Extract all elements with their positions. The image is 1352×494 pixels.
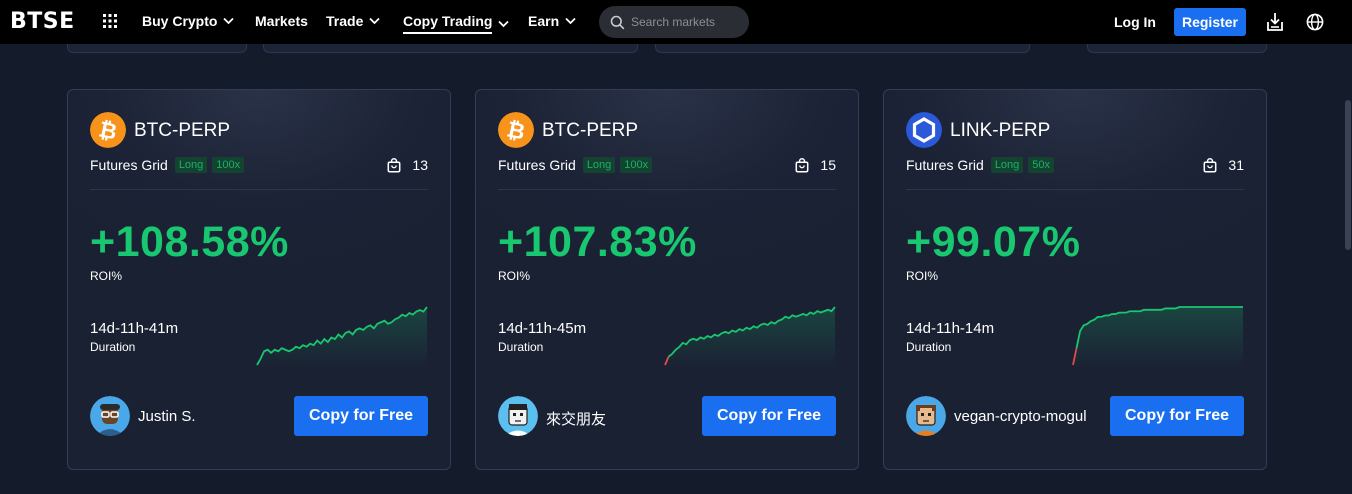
trading-pair: LINK-PERP [950, 120, 1051, 141]
followers: 13 [387, 157, 428, 173]
nav-earn[interactable]: Earn [528, 13, 576, 29]
direction-badge: Long [990, 157, 1024, 173]
strategy-type: Futures Grid [498, 157, 576, 173]
globe-icon[interactable] [1306, 13, 1324, 31]
roi-label: ROI% [90, 269, 123, 283]
direction-badge: Long [582, 157, 616, 173]
chevron-down-icon [369, 17, 380, 25]
duration-label: Duration [906, 340, 952, 354]
scrollbar-thumb[interactable] [1345, 100, 1351, 250]
followers-count: 13 [412, 157, 428, 173]
duration-value: 14d-11h-14m [906, 320, 995, 337]
trader-name[interactable]: 來交朋友 [546, 408, 606, 429]
nav-earn-label: Earn [528, 13, 560, 29]
bitcoin-icon: ₿ [498, 112, 534, 148]
nav-trade-label: Trade [326, 13, 364, 29]
copy-for-free-button[interactable]: Copy for Free [1110, 396, 1244, 436]
card-stub [655, 44, 1030, 53]
duration-label: Duration [90, 340, 136, 354]
roi-sparkline [1072, 306, 1243, 368]
divider [906, 189, 1244, 190]
shopping-bag-icon [795, 157, 809, 172]
roi-sparkline [664, 306, 836, 368]
strategy-meta: Futures Grid Long 50x [906, 157, 1055, 173]
roi-label: ROI% [498, 269, 531, 283]
copy-for-free-button[interactable]: Copy for Free [702, 396, 836, 436]
duration-label: Duration [498, 340, 544, 354]
leverage-badge: 50x [1028, 157, 1055, 173]
roi-value: +108.58% [90, 218, 289, 266]
trader-name[interactable]: Justin S. [138, 408, 196, 425]
shopping-bag-icon [1203, 157, 1217, 172]
nav-buy-crypto[interactable]: Buy Crypto [142, 13, 235, 29]
btse-logo[interactable]: BTSE [10, 9, 75, 34]
divider [498, 189, 836, 190]
followers: 31 [1203, 157, 1244, 173]
nav-buy-crypto-label: Buy Crypto [142, 13, 218, 29]
duration-value: 14d-11h-41m [90, 320, 179, 337]
duration-value: 14d-11h-45m [498, 320, 587, 337]
roi-value: +99.07% [906, 218, 1081, 266]
trader-name[interactable]: vegan-crypto-mogul [954, 408, 1087, 425]
divider [90, 189, 428, 190]
nav-markets[interactable]: Markets [255, 13, 308, 29]
copy-trade-card[interactable]: ₿ BTC-PERP Futures Grid Long 100x 15 +10… [475, 89, 859, 470]
strategy-meta: Futures Grid Long 100x [498, 157, 653, 173]
chevron-down-icon [498, 20, 510, 27]
copy-trade-card[interactable]: LINK-PERP Futures Grid Long 50x 31 +99.0… [883, 89, 1267, 470]
nav-copy-trading[interactable]: Copy Trading [403, 13, 510, 34]
trader-avatar [906, 396, 946, 436]
nav-markets-label: Markets [255, 13, 308, 29]
strategy-type: Futures Grid [906, 157, 984, 173]
register-button[interactable]: Register [1174, 8, 1246, 36]
apps-grid-icon[interactable] [103, 14, 117, 28]
strategy-type: Futures Grid [90, 157, 168, 173]
trader-avatar [90, 396, 130, 436]
copy-trade-card[interactable]: ₿ BTC-PERP Futures Grid Long 100x 13 +10… [67, 89, 451, 470]
nav-trade[interactable]: Trade [326, 13, 380, 29]
chainlink-icon [906, 112, 942, 148]
leverage-badge: 100x [620, 157, 653, 173]
top-nav: BTSE Buy Crypto Markets Trade Copy Tradi… [0, 0, 1352, 44]
nav-copy-trading-label: Copy Trading [403, 13, 493, 34]
chevron-down-icon [565, 17, 576, 25]
card-stub [67, 44, 247, 53]
trader-avatar [498, 396, 538, 436]
card-stub [1087, 44, 1267, 53]
trading-pair: BTC-PERP [134, 120, 231, 141]
strategy-meta: Futures Grid Long 100x [90, 157, 245, 173]
trading-pair: BTC-PERP [542, 120, 639, 141]
download-app-icon[interactable] [1266, 12, 1284, 32]
copy-for-free-button[interactable]: Copy for Free [294, 396, 428, 436]
search-icon [610, 15, 625, 29]
bitcoin-icon: ₿ [90, 112, 126, 148]
followers-count: 31 [1228, 157, 1244, 173]
roi-sparkline [256, 306, 428, 368]
followers-count: 15 [820, 157, 836, 173]
search-input[interactable] [631, 15, 741, 29]
shopping-bag-icon [387, 157, 401, 172]
direction-badge: Long [174, 157, 208, 173]
card-stub [263, 44, 638, 53]
followers: 15 [795, 157, 836, 173]
roi-label: ROI% [906, 269, 939, 283]
chevron-down-icon [223, 17, 235, 25]
roi-value: +107.83% [498, 218, 697, 266]
leverage-badge: 100x [212, 157, 245, 173]
search-box[interactable] [599, 6, 749, 38]
login-link[interactable]: Log In [1114, 14, 1156, 30]
sparkline-area [665, 307, 835, 368]
